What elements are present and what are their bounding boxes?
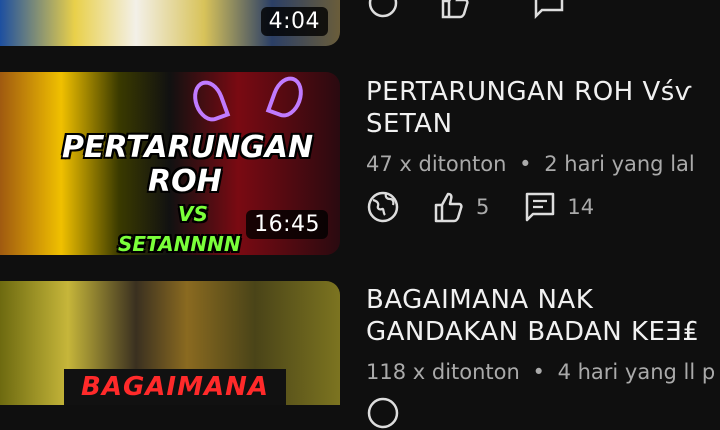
meta-separator: • [532,360,545,384]
thumbnail-text: BAGAIMANA [64,369,286,405]
video-title-line: BAGAIMANA NAK [366,285,594,315]
globe-icon[interactable] [366,396,400,430]
video-thumbnail[interactable]: BAGAIMANA [0,281,340,405]
action-bar [366,396,400,430]
video-meta: 118 x ditonton • 4 hari yang ll p [366,360,715,384]
video-title-line: GANDAKAN BADAN KEƎ₤ [366,317,700,347]
video-title[interactable]: BAGAIMANA NAK GANDAKAN BADAN KEƎ₤ [366,284,699,348]
video-item-3[interactable]: BAGAIMANA BAGAIMANA NAK GANDAKAN BADAN K… [0,0,720,429]
view-count: 118 x ditonton [366,360,520,384]
upload-time: 4 hari yang ll p [557,360,716,384]
